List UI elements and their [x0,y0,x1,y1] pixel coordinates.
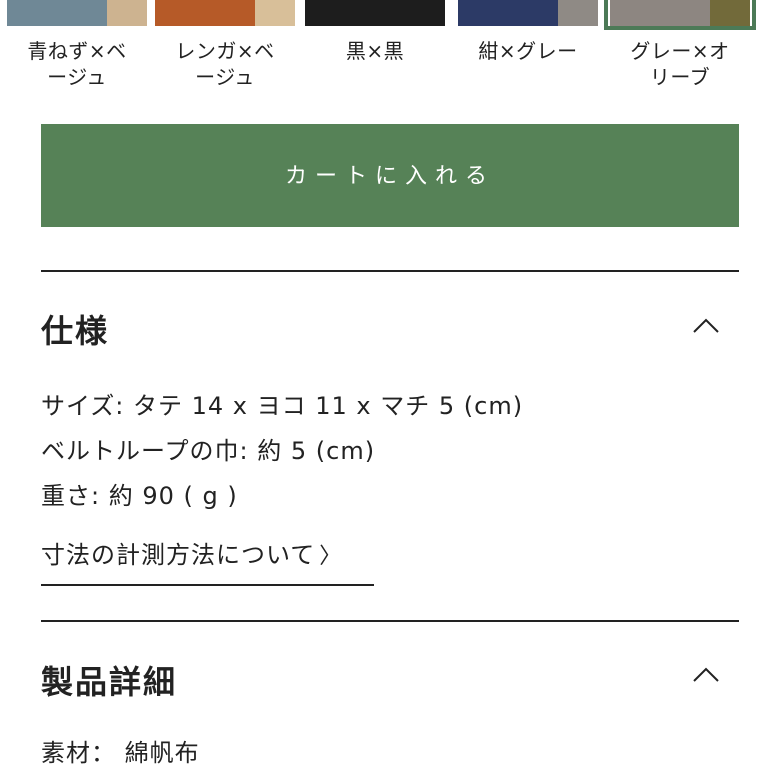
spec-belt-loop-width: ベルトループの巾: 約 5 (cm) [41,437,376,465]
swatch-label: 黒×黒 [345,39,405,63]
spec-size: サイズ: タテ 14 x ヨコ 11 x マチ 5 (cm) [41,392,524,420]
swatch-thumb [458,0,598,26]
add-to-cart-button[interactable]: カートに入れる [41,124,739,227]
swatch-thumb [610,0,750,26]
swatch-label: グレー×オ リーブ [630,39,730,89]
swatch-navy-gray[interactable]: 紺×グレー [458,0,598,64]
details-section-title: 製品詳細 [41,663,178,701]
swatch-renga-beige[interactable]: レンガ×ベ ージュ [155,0,295,90]
spec-weight: 重さ: 約 90 ( g ) [41,482,238,510]
swatch-aonezu-beige[interactable]: 青ねず×ベ ージュ [7,0,147,90]
chevron-up-icon[interactable] [690,665,722,685]
measurement-method-link[interactable]: 寸法の計測方法について〉 [41,538,374,586]
section-divider [41,270,739,272]
section-divider [41,620,739,622]
swatch-thumb [305,0,445,26]
swatch-gray-olive[interactable]: グレー×オ リーブ [604,0,756,90]
product-page: 青ねず×ベ ージュ レンガ×ベ ージュ 黒×黒 紺×グレー グレー×オ リーブ … [0,0,781,781]
color-swatch-list: 青ねず×ベ ージュ レンガ×ベ ージュ 黒×黒 紺×グレー グレー×オ リーブ [0,0,781,100]
detail-material: 素材： 綿帆布 [41,739,200,767]
specs-section-title: 仕様 [41,312,110,350]
swatch-thumb [7,0,147,26]
swatch-label: 青ねず×ベ ージュ [27,39,127,89]
swatch-label: レンガ×ベ ージュ [175,39,275,89]
chevron-up-icon[interactable] [690,316,722,336]
measurement-method-link-label: 寸法の計測方法について [41,541,316,569]
swatch-label: 紺×グレー [478,39,578,63]
swatch-thumb [155,0,295,26]
chevron-right-icon: 〉 [319,544,343,569]
swatch-black-black[interactable]: 黒×黒 [305,0,445,64]
